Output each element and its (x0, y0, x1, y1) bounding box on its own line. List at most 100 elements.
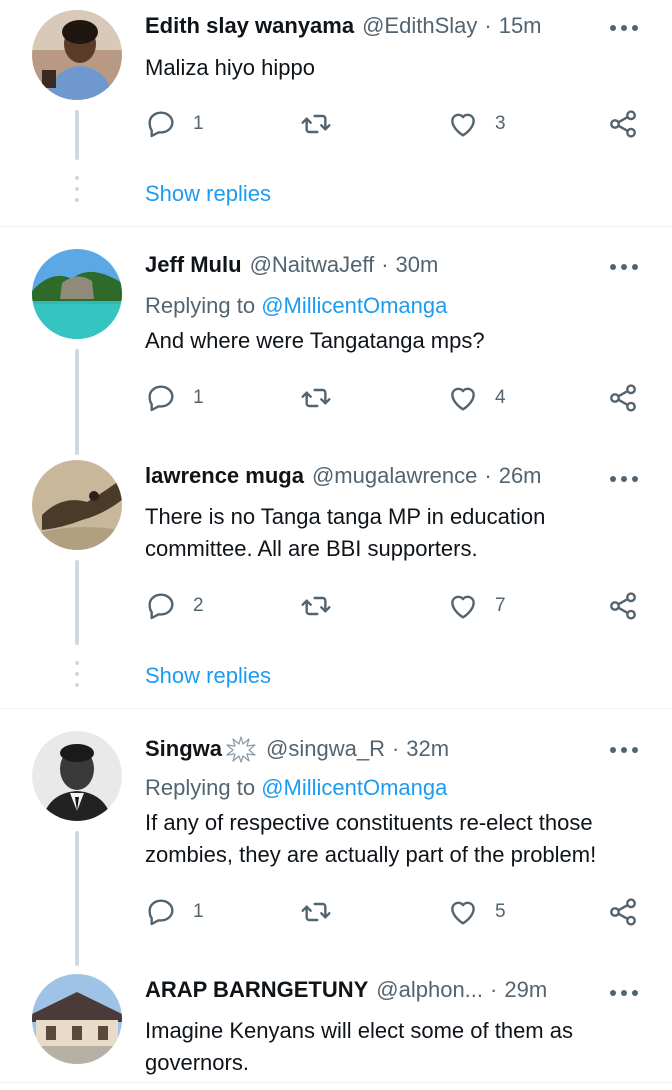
tweet-5[interactable]: ARAP BARNGETUNY @alphon... · 29m Imagine… (0, 956, 672, 1090)
avatar-jeff[interactable] (32, 249, 122, 339)
tweet-header: Edith slay wanyama @EdithSlay · 15m (145, 11, 542, 41)
reply-count: 1 (193, 901, 204, 922)
like-count: 3 (495, 113, 506, 134)
replying-prefix: Replying to (145, 775, 256, 800)
share-button[interactable] (607, 590, 639, 622)
more-icon[interactable] (610, 990, 638, 998)
tweet-header: Singwa @singwa_R · 32m (145, 734, 449, 764)
separator: · (490, 977, 498, 1002)
thread-line (75, 560, 79, 645)
avatar-singwa[interactable] (32, 731, 122, 821)
mention-link[interactable]: @MillicentOmanga (261, 775, 447, 800)
heart-icon (451, 901, 475, 925)
tweet-actions: 1 3 (145, 108, 645, 142)
share-button[interactable] (607, 108, 639, 140)
tweet-text: If any of respective constituents re-ele… (145, 810, 597, 867)
retweet-button[interactable] (300, 896, 348, 928)
timestamp[interactable]: 26m (499, 461, 542, 491)
like-count: 4 (495, 387, 506, 408)
retweet-icon (301, 388, 331, 408)
share-button[interactable] (607, 382, 639, 414)
tweet-actions: 1 5 (145, 896, 645, 930)
separator: · (391, 736, 400, 761)
reply-button[interactable]: 1 (145, 108, 204, 140)
more-icon[interactable] (610, 264, 638, 272)
share-icon (610, 592, 636, 620)
user-handle[interactable]: @EdithSlay (362, 11, 477, 41)
reply-icon (148, 111, 174, 138)
user-handle[interactable]: @mugalawrence (312, 461, 477, 491)
thread-line (75, 349, 79, 455)
reply-icon (148, 385, 174, 412)
reply-button[interactable]: 2 (145, 590, 204, 622)
separator: · (484, 463, 492, 488)
show-replies-link[interactable]: Show replies (145, 661, 271, 691)
avatar-arap[interactable] (32, 974, 122, 1064)
mention-link[interactable]: @MillicentOmanga (261, 293, 447, 318)
display-name[interactable]: Singwa (145, 734, 222, 764)
like-button[interactable]: 4 (447, 382, 506, 414)
tweet-text: There is no Tanga tanga MP in education … (145, 504, 546, 561)
timestamp[interactable]: 30m (396, 250, 439, 280)
reply-button[interactable]: 1 (145, 896, 204, 928)
share-icon (610, 110, 636, 138)
show-replies-link[interactable]: Show replies (145, 179, 271, 209)
avatar-edith[interactable] (32, 10, 122, 100)
tweet-actions: 1 4 (145, 382, 645, 416)
tweet-header: lawrence muga @mugalawrence · 26m (145, 461, 542, 491)
like-button[interactable]: 3 (447, 108, 506, 140)
replying-to: Replying to @MillicentOmanga (145, 773, 447, 803)
retweet-icon (301, 114, 331, 134)
reply-count: 1 (193, 113, 204, 134)
user-handle[interactable]: @singwa_R (266, 734, 385, 764)
replying-to: Replying to @MillicentOmanga (145, 291, 447, 321)
avatar-lawrence[interactable] (32, 460, 122, 550)
tweet-3[interactable]: lawrence muga @mugalawrence · 26m There … (0, 445, 672, 708)
thread-line (75, 831, 79, 966)
user-handle[interactable]: @NaitwaJeff (250, 250, 375, 280)
thread-dots (75, 176, 79, 209)
tweet-actions: 2 7 (145, 590, 645, 624)
retweet-button[interactable] (300, 108, 348, 140)
share-button[interactable] (607, 896, 639, 928)
timestamp[interactable]: 32m (406, 734, 449, 764)
user-handle[interactable]: @alphon... (376, 975, 483, 1005)
reply-icon (148, 899, 174, 926)
reply-icon (148, 593, 174, 620)
divider (0, 1082, 672, 1083)
like-count: 5 (495, 901, 506, 922)
timestamp[interactable]: 29m (504, 975, 547, 1005)
display-name[interactable]: Jeff Mulu (145, 250, 242, 280)
separator: · (484, 13, 492, 38)
retweet-icon (301, 596, 331, 616)
display-name[interactable]: lawrence muga (145, 461, 304, 491)
like-count: 7 (495, 595, 506, 616)
display-name[interactable]: ARAP BARNGETUNY (145, 975, 368, 1005)
like-button[interactable]: 7 (447, 590, 506, 622)
reply-count: 2 (193, 595, 204, 616)
tweet-header: Jeff Mulu @NaitwaJeff · 30m (145, 250, 438, 280)
heart-icon (451, 595, 475, 619)
thread-dots (75, 661, 79, 694)
separator: · (381, 252, 389, 277)
more-icon[interactable] (610, 476, 638, 484)
tweet-2[interactable]: Jeff Mulu @NaitwaJeff · 30m Replying to … (0, 227, 672, 455)
heart-icon (451, 387, 475, 411)
more-icon[interactable] (610, 747, 638, 755)
retweet-button[interactable] (300, 382, 348, 414)
replying-prefix: Replying to (145, 293, 256, 318)
tweet-text: Imagine Kenyans will elect some of them … (145, 1018, 573, 1075)
reply-count: 1 (193, 387, 204, 408)
share-icon (610, 384, 636, 412)
thread-line (75, 110, 79, 160)
verified-badge-icon (226, 736, 256, 763)
like-button[interactable]: 5 (447, 896, 506, 928)
display-name[interactable]: Edith slay wanyama (145, 11, 354, 41)
timestamp[interactable]: 15m (499, 11, 542, 41)
more-icon[interactable] (610, 25, 638, 33)
reply-button[interactable]: 1 (145, 382, 204, 414)
retweet-button[interactable] (300, 590, 348, 622)
tweet-4[interactable]: Singwa @singwa_R · 32m Replying to @Mill… (0, 709, 672, 966)
tweet-text: And where were Tangatanga mps? (145, 328, 485, 353)
tweet-1[interactable]: Edith slay wanyama @EdithSlay · 15m Mali… (0, 0, 672, 226)
